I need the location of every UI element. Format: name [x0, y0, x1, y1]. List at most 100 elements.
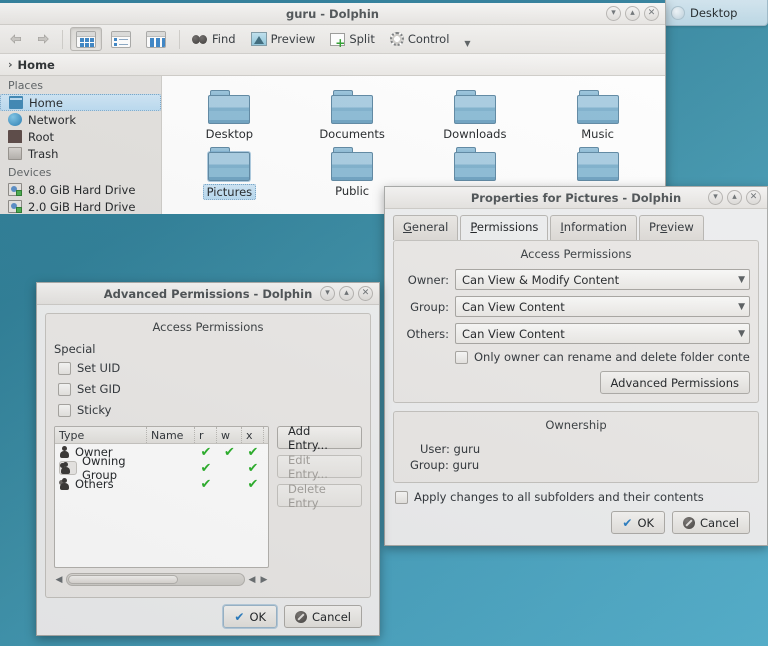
column-type[interactable]: Type — [55, 427, 147, 443]
set-uid-checkbox[interactable] — [58, 361, 71, 375]
table-row[interactable]: Owning Group ✔ ✔ — [55, 454, 268, 482]
advanced-permissions-body: Access Permissions Special Set UID Set G… — [37, 305, 379, 636]
row-r-tick[interactable]: ✔ — [195, 478, 217, 491]
sidebar-device-2gib[interactable]: 2.0 GiB Hard Drive — [0, 198, 161, 214]
sidebar-item-home[interactable]: Home — [0, 94, 161, 111]
group-select[interactable]: Can View Content ▼ — [455, 296, 750, 317]
tab-preview-label: view — [667, 220, 694, 234]
column-x[interactable]: x — [242, 427, 264, 443]
view-mode-icons-button[interactable] — [70, 27, 102, 51]
add-entry-button[interactable]: Add Entry... — [277, 424, 362, 452]
taskbar-entry-desktop[interactable]: Desktop — [661, 0, 768, 26]
cancel-button[interactable]: Cancel — [284, 605, 362, 628]
sidebar-item-trash[interactable]: Trash — [0, 145, 161, 162]
scroll-right-icon[interactable]: ▶ — [259, 575, 269, 585]
row-r-tick[interactable]: ✔ — [195, 462, 217, 475]
cancel-button[interactable]: Cancel — [672, 511, 750, 534]
minimize-icon[interactable]: ▾ — [606, 6, 621, 21]
dolphin-titlebar[interactable]: guru - Dolphin ▾ ▴ ✕ — [0, 0, 665, 25]
horizontal-scrollbar[interactable]: ◀ ◀ ▶ — [54, 572, 269, 587]
users-icon — [59, 461, 77, 475]
maximize-icon[interactable]: ▴ — [727, 190, 742, 205]
advanced-permissions-titlebar[interactable]: Advanced Permissions - Dolphin ▾ ▴ ✕ — [37, 283, 379, 305]
app-icon — [671, 5, 685, 20]
preview-button[interactable]: Preview — [245, 27, 322, 51]
minimize-icon[interactable]: ▾ — [320, 286, 335, 301]
close-icon[interactable]: ✕ — [746, 190, 761, 205]
advanced-permissions-button[interactable]: Advanced Permissions — [599, 371, 750, 394]
column-extra[interactable] — [264, 427, 268, 443]
scrollbar-thumb[interactable] — [68, 575, 178, 584]
row-x-tick[interactable]: ✔ — [242, 446, 264, 459]
window-controls: ▾ ▴ ✕ — [606, 6, 659, 21]
only-owner-checkbox[interactable] — [455, 350, 468, 364]
permissions-table[interactable]: Type Name r w x Owner ✔ ✔ ✔ Owning Group… — [54, 426, 269, 568]
sticky-checkbox[interactable] — [58, 403, 71, 417]
tab-general[interactable]: General — [393, 215, 459, 240]
split-label: Split — [349, 32, 375, 46]
maximize-icon[interactable]: ▴ — [625, 6, 640, 21]
minimize-icon[interactable]: ▾ — [708, 190, 723, 205]
sidebar-item-network[interactable]: Network — [0, 111, 161, 128]
ok-button[interactable]: ✔ OK — [223, 605, 278, 628]
ok-button[interactable]: ✔ OK — [611, 511, 666, 534]
delete-entry-button[interactable]: Delete Entry — [277, 482, 362, 510]
row-x-tick[interactable]: ✔ — [242, 478, 264, 491]
breadcrumb-separator: › — [8, 58, 13, 71]
maximize-icon[interactable]: ▴ — [339, 286, 354, 301]
file-item-desktop[interactable]: Desktop — [168, 84, 291, 141]
edit-entry-button[interactable]: Edit Entry... — [277, 453, 362, 481]
forward-button[interactable] — [31, 27, 55, 51]
row-r-tick[interactable]: ✔ — [195, 446, 217, 459]
apply-subfolders-checkbox[interactable] — [395, 490, 408, 504]
find-button[interactable]: Find — [187, 27, 242, 51]
user-icon — [59, 446, 70, 458]
file-item-music[interactable]: Music — [536, 84, 659, 141]
set-gid-checkbox[interactable] — [58, 382, 71, 396]
column-name[interactable]: Name — [147, 427, 195, 443]
view-mode-details-button[interactable] — [105, 27, 137, 51]
drive-icon — [8, 183, 22, 196]
file-item-documents[interactable]: Documents — [291, 84, 414, 141]
table-row[interactable]: Others ✔ ✔ — [55, 476, 268, 492]
row-w-tick[interactable]: ✔ — [217, 446, 242, 459]
scrollbar-track[interactable] — [66, 573, 245, 586]
special-label: Special — [54, 342, 96, 356]
row-x-tick[interactable]: ✔ — [242, 462, 264, 475]
chevron-down-icon[interactable]: ▼ — [464, 39, 470, 48]
others-select[interactable]: Can View Content ▼ — [455, 323, 750, 344]
back-button[interactable] — [4, 27, 28, 51]
breadcrumb-current[interactable]: Home — [18, 58, 55, 72]
cancel-icon — [683, 516, 696, 529]
split-button[interactable]: Split — [324, 27, 381, 51]
sidebar-item-root[interactable]: Root — [0, 128, 161, 145]
tab-permissions[interactable]: Permissions — [460, 215, 549, 240]
network-icon — [8, 113, 22, 126]
only-owner-checkbox-row[interactable]: Only owner can rename and delete folder … — [402, 350, 750, 364]
sidebar-device-8gib[interactable]: 8.0 GiB Hard Drive — [0, 181, 161, 198]
column-w[interactable]: w — [217, 427, 242, 443]
file-item-downloads[interactable]: Downloads — [414, 84, 537, 141]
scroll-right-arrow-left[interactable]: ◀ — [247, 575, 257, 585]
owner-select[interactable]: Can View & Modify Content ▼ — [455, 269, 750, 290]
set-gid-row[interactable]: Set GID — [54, 382, 362, 396]
breadcrumb[interactable]: › Home — [0, 54, 665, 76]
sidebar-item-label: Home — [29, 95, 63, 110]
sticky-row[interactable]: Sticky — [54, 403, 362, 417]
close-icon[interactable]: ✕ — [358, 286, 373, 301]
properties-body: Access Permissions Owner: Can View & Mod… — [385, 240, 767, 542]
column-r[interactable]: r — [195, 427, 217, 443]
tab-information[interactable]: Information — [550, 215, 637, 240]
control-button[interactable]: Control — [384, 27, 456, 51]
sidebar-device-label: 2.0 GiB Hard Drive — [28, 199, 136, 214]
properties-titlebar[interactable]: Properties for Pictures - Dolphin ▾ ▴ ✕ — [385, 187, 767, 209]
ownership-group-name: Group: guru — [410, 458, 480, 472]
file-item-pictures[interactable]: Pictures — [168, 141, 291, 200]
view-mode-compact-button[interactable] — [140, 27, 172, 51]
check-icon: ✔ — [234, 609, 245, 624]
set-uid-row[interactable]: Set UID — [54, 361, 362, 375]
close-icon[interactable]: ✕ — [644, 6, 659, 21]
apply-subfolders-checkbox-row[interactable]: Apply changes to all subfolders and thei… — [393, 490, 759, 504]
tab-preview[interactable]: Preview — [638, 215, 704, 240]
scroll-left-icon[interactable]: ◀ — [54, 575, 64, 585]
